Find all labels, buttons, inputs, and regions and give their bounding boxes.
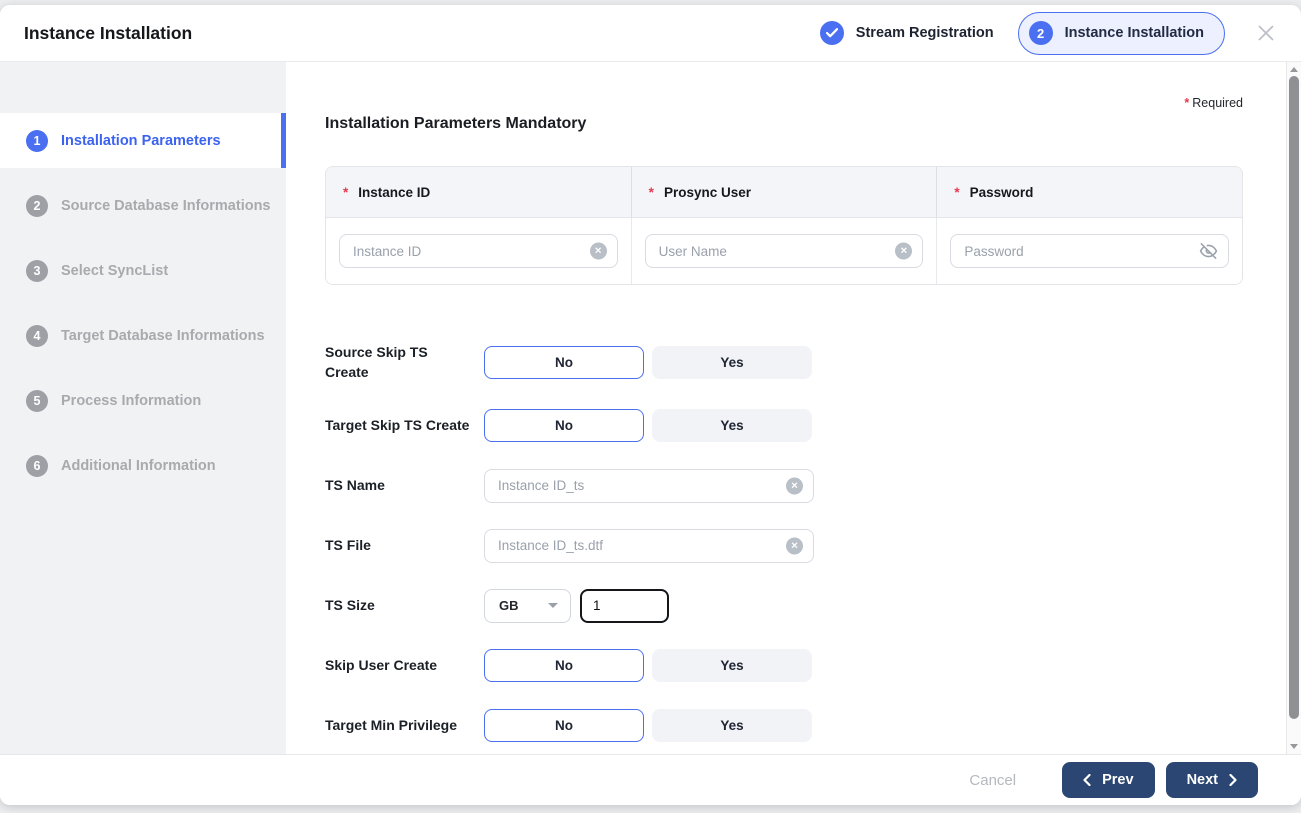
required-asterisk: * bbox=[649, 185, 654, 200]
target-min-privilege-yes-button[interactable]: Yes bbox=[652, 709, 812, 742]
target-skip-ts-create-yes-button[interactable]: Yes bbox=[652, 409, 812, 442]
step-number-badge: 1 bbox=[26, 130, 48, 152]
credentials-table: *Instance ID *Prosync User *Password ✕ bbox=[325, 166, 1243, 285]
instance-installation-dialog: Instance Installation Stream Registratio… bbox=[0, 5, 1301, 805]
sidebar-item-label: Source Database Informations bbox=[61, 198, 271, 214]
step-content: *Required Installation Parameters Mandat… bbox=[286, 62, 1286, 754]
sidebar-item-label: Select SyncList bbox=[61, 263, 168, 279]
required-note: *Required bbox=[325, 96, 1243, 111]
ts-size-unit-select[interactable]: GB bbox=[484, 589, 571, 623]
stepper-step-instance-installation[interactable]: 2 Instance Installation bbox=[1018, 12, 1225, 55]
sidebar-item-installation-parameters[interactable]: 1 Installation Parameters bbox=[0, 113, 286, 168]
required-asterisk: * bbox=[954, 185, 959, 200]
clear-icon[interactable]: ✕ bbox=[786, 477, 803, 494]
sidebar-item-label: Installation Parameters bbox=[61, 133, 221, 149]
clear-icon[interactable]: ✕ bbox=[786, 537, 803, 554]
wizard-stepper: Stream Registration 2 Instance Installat… bbox=[820, 12, 1279, 55]
step-number-badge: 6 bbox=[26, 455, 48, 477]
row-target-skip-ts-create: Target Skip TS Create No Yes bbox=[325, 409, 1243, 443]
step-number-badge: 2 bbox=[1029, 21, 1053, 45]
row-target-min-privilege: Target Min Privilege No Yes bbox=[325, 709, 1243, 743]
selected-unit: GB bbox=[499, 598, 519, 613]
sidebar-item-process-information[interactable]: 5 Process Information bbox=[0, 373, 286, 428]
prev-button-label: Prev bbox=[1102, 772, 1133, 788]
row-ts-size: TS Size GB bbox=[325, 589, 1243, 623]
wizard-sidebar: 1 Installation Parameters 2 Source Datab… bbox=[0, 62, 286, 754]
step-number-badge: 5 bbox=[26, 390, 48, 412]
column-header-instance-id: *Instance ID bbox=[326, 167, 632, 217]
sidebar-item-label: Process Information bbox=[61, 393, 201, 409]
sidebar-item-label: Target Database Informations bbox=[61, 328, 265, 344]
sidebar-item-label: Additional Information bbox=[61, 458, 216, 474]
sidebar-item-select-synclist[interactable]: 3 Select SyncList bbox=[0, 243, 286, 298]
next-button[interactable]: Next bbox=[1166, 762, 1258, 798]
skip-user-create-yes-button[interactable]: Yes bbox=[652, 649, 812, 682]
vertical-scrollbar bbox=[1286, 62, 1301, 754]
field-label: Target Min Privilege bbox=[325, 715, 484, 735]
close-icon[interactable] bbox=[1253, 20, 1279, 46]
row-skip-user-create: Skip User Create No Yes bbox=[325, 649, 1243, 683]
prev-button[interactable]: Prev bbox=[1062, 762, 1154, 798]
target-min-privilege-no-button[interactable]: No bbox=[484, 709, 644, 742]
ts-size-value-input[interactable] bbox=[580, 589, 669, 623]
page-title: Installation Parameters Mandatory bbox=[325, 115, 1243, 133]
scroll-up-icon[interactable] bbox=[1290, 67, 1298, 72]
ts-file-input[interactable] bbox=[484, 529, 814, 563]
field-label: Source Skip TS Create bbox=[325, 342, 484, 383]
column-header-password: *Password bbox=[937, 167, 1242, 217]
clear-icon[interactable]: ✕ bbox=[590, 243, 607, 260]
row-source-skip-ts-create: Source Skip TS Create No Yes bbox=[325, 342, 1243, 383]
prosync-user-input[interactable] bbox=[645, 234, 924, 268]
step-number-badge: 4 bbox=[26, 325, 48, 347]
chevron-down-icon bbox=[548, 603, 558, 608]
skip-user-create-no-button[interactable]: No bbox=[484, 649, 644, 682]
required-asterisk: * bbox=[1184, 96, 1189, 110]
row-ts-name: TS Name ✕ bbox=[325, 469, 1243, 503]
chevron-right-icon bbox=[1229, 774, 1237, 786]
dialog-title: Instance Installation bbox=[24, 23, 192, 44]
credentials-input-row: ✕ ✕ bbox=[326, 218, 1242, 284]
installation-parameters-form: Source Skip TS Create No Yes Target Skip… bbox=[325, 342, 1243, 743]
scrollbar-thumb[interactable] bbox=[1289, 76, 1299, 719]
password-input[interactable] bbox=[950, 234, 1229, 268]
source-skip-ts-create-no-button[interactable]: No bbox=[484, 346, 644, 379]
field-label: Skip User Create bbox=[325, 655, 484, 675]
instance-id-input[interactable] bbox=[339, 234, 618, 268]
chevron-left-icon bbox=[1083, 774, 1091, 786]
stepper-step-label: Stream Registration bbox=[856, 25, 994, 41]
password-cell bbox=[937, 218, 1242, 284]
stepper-step-label: Instance Installation bbox=[1065, 25, 1204, 41]
dialog-footer: Cancel Prev Next bbox=[0, 754, 1301, 805]
dialog-body: 1 Installation Parameters 2 Source Datab… bbox=[0, 62, 1301, 754]
credentials-header-row: *Instance ID *Prosync User *Password bbox=[326, 167, 1242, 218]
required-text: Required bbox=[1192, 96, 1243, 110]
field-label: TS Name bbox=[325, 475, 484, 495]
sidebar-item-target-database-informations[interactable]: 4 Target Database Informations bbox=[0, 308, 286, 363]
sidebar-item-source-database-informations[interactable]: 2 Source Database Informations bbox=[0, 178, 286, 233]
source-skip-ts-create-yes-button[interactable]: Yes bbox=[652, 346, 812, 379]
step-number-badge: 2 bbox=[26, 195, 48, 217]
check-icon bbox=[820, 21, 844, 45]
field-label: TS Size bbox=[325, 595, 484, 615]
cancel-button[interactable]: Cancel bbox=[969, 772, 1016, 789]
instance-id-cell: ✕ bbox=[326, 218, 632, 284]
target-skip-ts-create-no-button[interactable]: No bbox=[484, 409, 644, 442]
column-header-prosync-user: *Prosync User bbox=[632, 167, 938, 217]
field-label: Target Skip TS Create bbox=[325, 415, 484, 435]
required-asterisk: * bbox=[343, 185, 348, 200]
scroll-down-icon[interactable] bbox=[1290, 744, 1298, 749]
clear-icon[interactable]: ✕ bbox=[895, 243, 912, 260]
prosync-user-cell: ✕ bbox=[632, 218, 938, 284]
next-button-label: Next bbox=[1187, 772, 1218, 788]
eye-off-icon[interactable] bbox=[1199, 242, 1218, 261]
row-ts-file: TS File ✕ bbox=[325, 529, 1243, 563]
dialog-header: Instance Installation Stream Registratio… bbox=[0, 5, 1301, 62]
ts-name-input[interactable] bbox=[484, 469, 814, 503]
step-number-badge: 3 bbox=[26, 260, 48, 282]
sidebar-item-additional-information[interactable]: 6 Additional Information bbox=[0, 438, 286, 493]
field-label: TS File bbox=[325, 535, 484, 555]
stepper-step-stream-registration[interactable]: Stream Registration bbox=[820, 21, 994, 45]
